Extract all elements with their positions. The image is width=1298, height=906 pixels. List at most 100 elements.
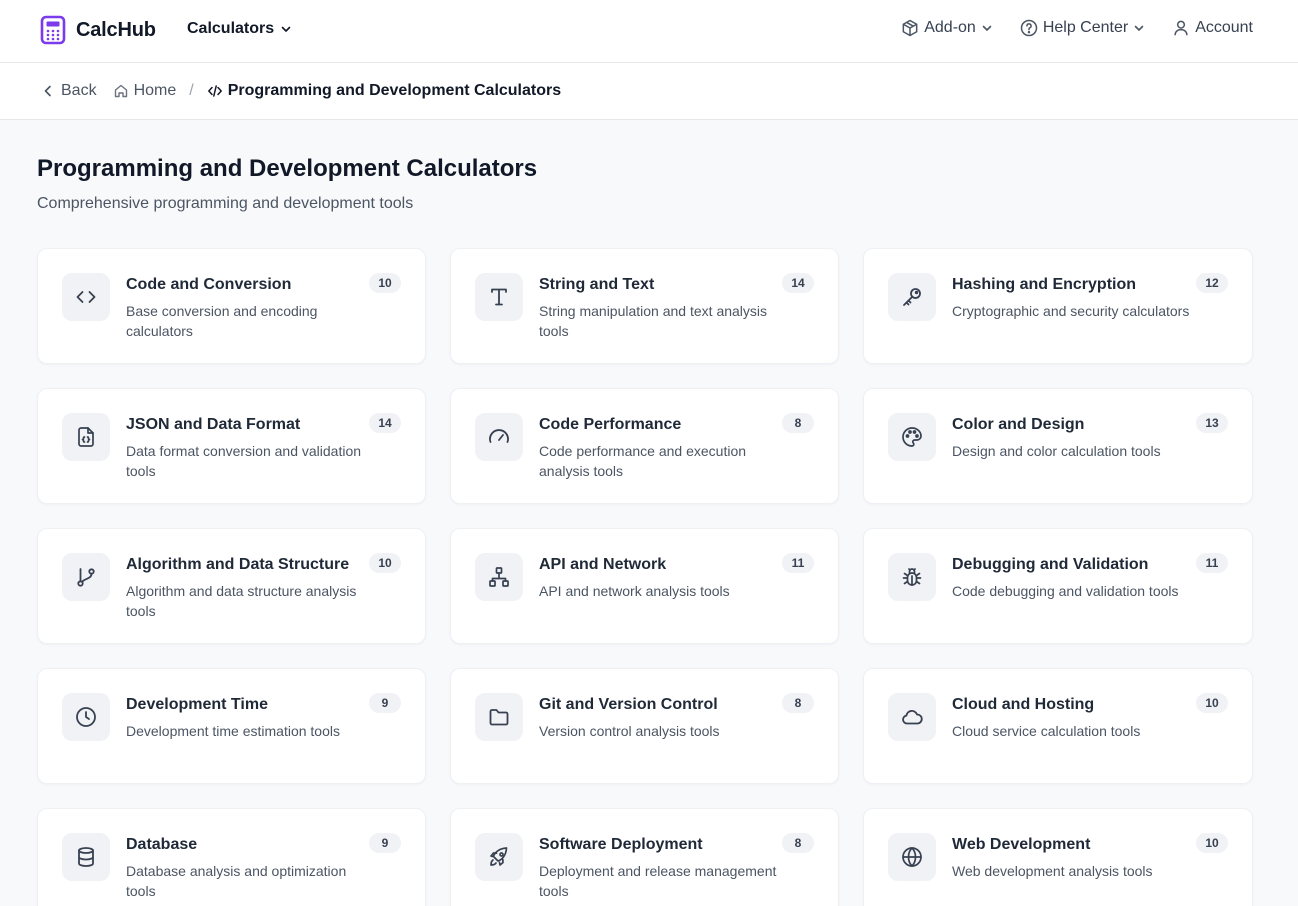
user-icon — [1174, 20, 1188, 36]
folder-icon — [489, 709, 509, 726]
category-card-hashing-encryption[interactable]: Hashing and Encryption Cryptographic and… — [863, 248, 1253, 364]
category-description: Database analysis and optimization tools — [126, 863, 347, 899]
clock-icon — [76, 707, 96, 727]
gauge-icon — [489, 429, 509, 443]
category-card-software-deployment[interactable]: Software Deployment Deployment and relea… — [450, 808, 839, 906]
calculator-count-badge: 12 — [1196, 273, 1228, 293]
category-card-database[interactable]: Database Database analysis and optimizat… — [37, 808, 426, 906]
file-json-icon — [78, 427, 94, 447]
calculator-logo-icon — [40, 15, 66, 45]
category-title: Code and Conversion — [126, 276, 292, 293]
calculator-count-badge: 9 — [369, 833, 401, 853]
calculator-count-badge: 14 — [369, 413, 401, 433]
category-card-code-conversion[interactable]: Code and Conversion Base conversion and … — [37, 248, 426, 364]
calculator-count-badge: 10 — [1196, 833, 1228, 853]
type-icon — [491, 288, 507, 306]
key-icon — [903, 288, 921, 306]
category-description: Deployment and release management tools — [539, 863, 777, 899]
category-icon-box — [475, 273, 523, 321]
category-title: Git and Version Control — [539, 696, 718, 713]
category-icon-box — [888, 273, 936, 321]
rocket-icon — [490, 847, 508, 866]
network-icon — [489, 567, 509, 587]
calculators-menu[interactable]: Calculators — [187, 20, 292, 38]
back-label: Back — [61, 82, 97, 99]
category-icon-box — [62, 413, 110, 461]
addon-menu[interactable]: Add-on — [900, 18, 993, 38]
breadcrumb-bar: Back Home / Programming and Development … — [0, 63, 1298, 120]
calculator-count-badge: 9 — [369, 693, 401, 713]
palette-icon — [902, 427, 922, 447]
breadcrumb: Back Home / Programming and Development … — [40, 82, 561, 100]
category-icon-box — [888, 413, 936, 461]
bug-icon — [902, 568, 922, 586]
category-description: Version control analysis tools — [539, 723, 720, 739]
back-link[interactable]: Back — [40, 82, 97, 100]
help-center-menu[interactable]: Help Center — [1019, 18, 1145, 38]
category-card-debugging-validation[interactable]: Debugging and Validation Code debugging … — [863, 528, 1253, 644]
brand-name: CalcHub — [76, 18, 156, 41]
chevron-left-icon — [44, 85, 51, 97]
addon-label: Add-on — [924, 19, 976, 36]
category-card-code-performance[interactable]: Code Performance Code performance and ex… — [450, 388, 839, 504]
brand-logo[interactable]: CalcHub — [40, 15, 156, 45]
calculator-count-badge: 14 — [782, 273, 814, 293]
chevron-down-icon — [982, 25, 992, 31]
home-icon — [114, 84, 127, 98]
category-card-cloud-hosting[interactable]: Cloud and Hosting Cloud service calculat… — [863, 668, 1253, 784]
calculator-count-badge: 10 — [1196, 693, 1228, 713]
category-description: Data format conversion and validation to… — [126, 443, 362, 479]
category-description: Code debugging and validation tools — [952, 583, 1179, 599]
category-title: API and Network — [539, 556, 667, 573]
category-description: Design and color calculation tools — [952, 443, 1161, 459]
home-link[interactable]: Home — [113, 82, 177, 100]
home-label: Home — [133, 82, 177, 99]
category-card-algorithm-data-structure[interactable]: Algorithm and Data Structure Algorithm a… — [37, 528, 426, 644]
category-title: Debugging and Validation — [952, 556, 1149, 573]
category-description: Cloud service calculation tools — [952, 723, 1141, 739]
breadcrumb-current: Programming and Development Calculators — [207, 82, 561, 100]
calculator-count-badge: 10 — [369, 553, 401, 573]
category-card-json-data-format[interactable]: JSON and Data Format Data format convers… — [37, 388, 426, 504]
calculators-menu-label: Calculators — [187, 20, 275, 37]
category-icon-box — [475, 553, 523, 601]
category-description: Base conversion and encoding calculators — [126, 303, 318, 339]
category-description: String manipulation and text analysis to… — [539, 303, 768, 339]
category-icon-box — [62, 693, 110, 741]
category-icon-box — [475, 693, 523, 741]
category-icon-box — [62, 553, 110, 601]
category-icon-box — [62, 833, 110, 881]
breadcrumb-current-label: Programming and Development Calculators — [227, 82, 562, 99]
calculator-count-badge: 8 — [782, 833, 814, 853]
category-description: Web development analysis tools — [952, 863, 1153, 879]
chevron-down-icon — [281, 26, 291, 32]
category-title: Software Deployment — [539, 836, 703, 853]
category-card-development-time[interactable]: Development Time Development time estima… — [37, 668, 426, 784]
calculator-count-badge: 11 — [782, 553, 814, 573]
category-card-git-version-control[interactable]: Git and Version Control Version control … — [450, 668, 839, 784]
category-icon-box — [888, 553, 936, 601]
category-icon-box — [888, 693, 936, 741]
globe-icon — [902, 847, 922, 867]
account-menu[interactable]: Account — [1171, 18, 1253, 38]
calculator-count-badge: 10 — [369, 273, 401, 293]
category-card-web-development[interactable]: Web Development Web development analysis… — [863, 808, 1253, 906]
category-description: Algorithm and data structure analysis to… — [126, 583, 357, 619]
chevron-down-icon — [1134, 25, 1144, 31]
calculator-count-badge: 8 — [782, 693, 814, 713]
category-card-api-network[interactable]: API and Network API and network analysis… — [450, 528, 839, 644]
category-description: API and network analysis tools — [539, 583, 730, 599]
category-title: JSON and Data Format — [126, 416, 301, 433]
page-title: Programming and Development Calculators — [37, 155, 538, 182]
calculator-count-badge: 8 — [782, 413, 814, 433]
category-description: Development time estimation tools — [126, 723, 340, 739]
package-icon — [902, 19, 918, 37]
category-icon-box — [888, 833, 936, 881]
category-title: Development Time — [126, 696, 268, 713]
category-grid: Code and Conversion Base conversion and … — [37, 248, 1253, 906]
category-card-color-design[interactable]: Color and Design Design and color calcul… — [863, 388, 1253, 504]
category-title: Cloud and Hosting — [952, 696, 1095, 713]
category-title: Algorithm and Data Structure — [126, 556, 350, 573]
category-card-string-text[interactable]: String and Text String manipulation and … — [450, 248, 839, 364]
account-label: Account — [1195, 19, 1253, 36]
